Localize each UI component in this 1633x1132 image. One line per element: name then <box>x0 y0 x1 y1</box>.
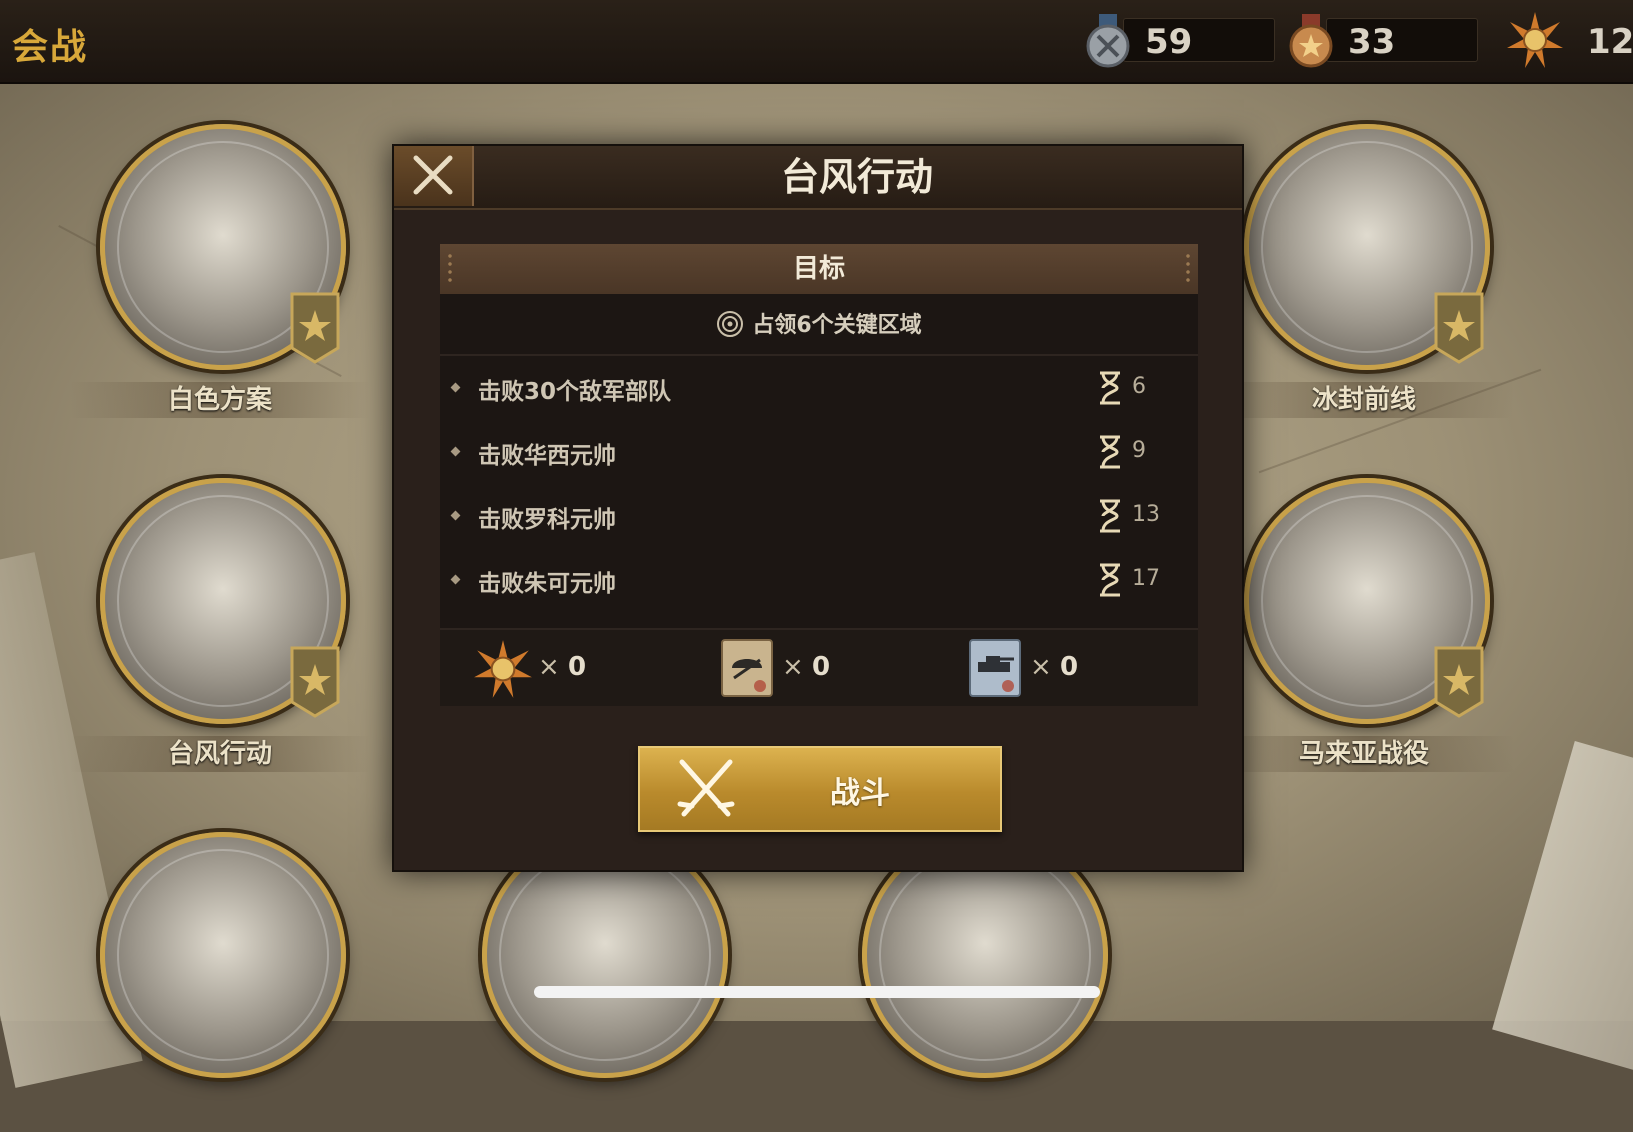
task-row: 击败华西元帅 9 <box>440 420 1198 484</box>
campaign-tile-malaya[interactable]: 马来亚战役 <box>1214 478 1514 778</box>
hourglass-icon <box>1100 499 1120 533</box>
reward-infantry-card: × 0 <box>720 638 830 698</box>
task-turns: 13 <box>1132 502 1160 527</box>
rank-badge-icon <box>1434 292 1484 364</box>
bronze-count: 33 <box>1348 22 1396 62</box>
campaign-label: 白色方案 <box>70 382 370 418</box>
campaign-tile-bottom-1[interactable] <box>100 832 346 1132</box>
reward-times: × <box>538 652 560 682</box>
hourglass-icon <box>1100 435 1120 469</box>
reward-count: 0 <box>568 652 587 682</box>
campaign-tile-frozen-front[interactable]: 冰封前线 <box>1214 124 1514 424</box>
reward-times: × <box>1030 652 1052 682</box>
silver-medal-icon <box>1086 14 1130 68</box>
objective-panel: 目标 占领6个关键区域 击败30个敌军部队 6 击败华西元帅 9 击败罗科元帅 … <box>440 244 1198 706</box>
rank-badge-icon <box>1434 646 1484 718</box>
bronze-medal-icon <box>1289 14 1333 68</box>
silver-count: 59 <box>1145 22 1193 62</box>
campaign-tile-white[interactable]: 白色方案 <box>70 124 370 424</box>
primary-objective: 占领6个关键区域 <box>440 298 1198 356</box>
rank-badge-icon <box>290 646 340 718</box>
rank-badge-icon <box>290 292 340 364</box>
campaign-label: 冰封前线 <box>1214 382 1514 418</box>
header-ornament <box>446 252 454 286</box>
task-row: 击败30个敌军部队 6 <box>440 356 1198 420</box>
task-turns: 9 <box>1132 438 1146 463</box>
campaign-label: 台风行动 <box>70 736 370 772</box>
dialog-title: 台风行动 <box>780 155 933 199</box>
star-count: 12 <box>1587 22 1633 62</box>
close-icon[interactable] <box>394 146 472 206</box>
campaign-tile-typhoon[interactable]: 台风行动 <box>70 478 370 778</box>
objective-header: 目标 <box>440 244 1198 294</box>
objective-header-label: 目标 <box>792 254 845 284</box>
reward-tank-card: × 0 <box>968 638 1078 698</box>
top-bar: 会战 59 33 12 <box>0 0 1633 84</box>
bullet-icon <box>450 510 461 521</box>
bullet-icon <box>450 574 461 585</box>
crossed-rifles-icon <box>677 759 735 817</box>
task-text: 击败朱可元帅 <box>478 571 616 597</box>
fight-button-label: 战斗 <box>830 776 890 811</box>
header-ornament <box>1184 252 1192 286</box>
page-title: 会战 <box>12 27 89 68</box>
target-icon <box>717 311 744 337</box>
tank-card-icon <box>969 639 1021 697</box>
primary-objective-text: 占领6个关键区域 <box>752 313 922 338</box>
bullet-icon <box>450 382 461 393</box>
reward-times: × <box>782 652 804 682</box>
star-medal-icon <box>1507 12 1563 68</box>
task-row: 击败罗科元帅 13 <box>440 484 1198 548</box>
task-turns: 6 <box>1132 374 1146 399</box>
task-row: 击败朱可元帅 17 <box>440 548 1198 612</box>
reward-count: 0 <box>812 652 831 682</box>
hourglass-icon <box>1100 371 1120 405</box>
close-button[interactable] <box>394 146 474 206</box>
campaign-tile-bottom-2[interactable] <box>482 832 728 1132</box>
bullet-icon <box>450 446 461 457</box>
task-text: 击败罗科元帅 <box>478 507 616 533</box>
infantry-card-icon <box>721 639 773 697</box>
reward-count: 0 <box>1060 652 1079 682</box>
task-text: 击败华西元帅 <box>478 443 616 469</box>
home-indicator[interactable] <box>534 986 1100 998</box>
star-medal-icon <box>474 640 532 698</box>
reward-row: × 0 × 0 × 0 <box>440 628 1198 706</box>
reward-star-medal: × 0 <box>472 638 586 698</box>
campaign-label: 马来亚战役 <box>1214 736 1514 772</box>
dialog-header: 台风行动 <box>394 146 1242 210</box>
campaign-photo <box>100 832 346 1078</box>
task-turns: 17 <box>1132 566 1160 591</box>
campaign-tile-bottom-3[interactable] <box>862 832 1108 1132</box>
campaign-detail-dialog: 台风行动 目标 占领6个关键区域 击败30个敌军部队 6 击败华西元帅 9 击败… <box>392 144 1244 872</box>
fight-button[interactable]: 战斗 <box>638 746 1002 832</box>
hourglass-icon <box>1100 563 1120 597</box>
task-text: 击败30个敌军部队 <box>478 379 672 405</box>
